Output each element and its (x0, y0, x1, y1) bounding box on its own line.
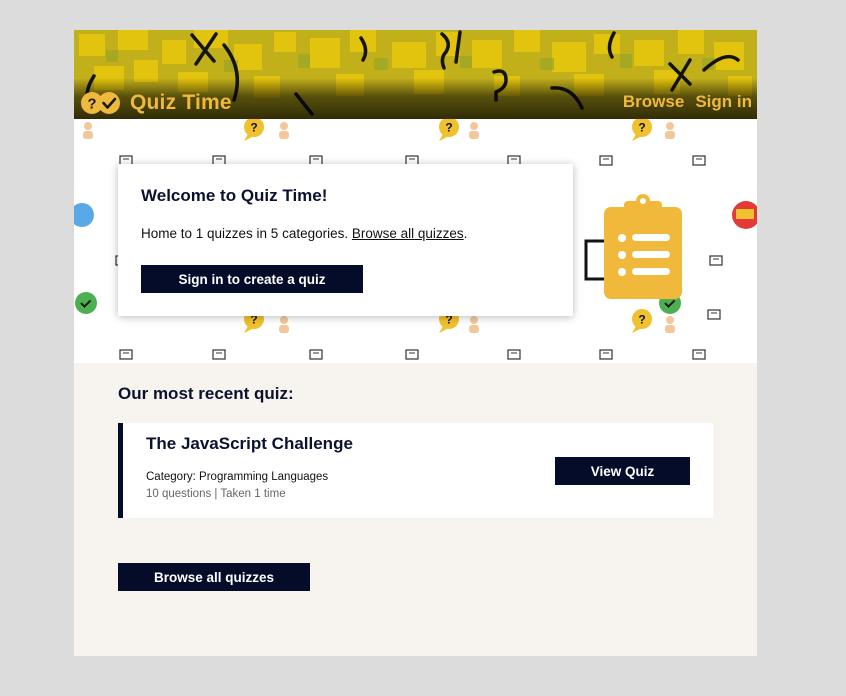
brand[interactable]: ? Quiz Time (80, 88, 232, 118)
app-name: Quiz Time (130, 91, 232, 114)
quiz-title: The JavaScript Challenge (146, 434, 353, 453)
view-quiz-button[interactable]: View Quiz (555, 457, 690, 485)
nav-signin-link[interactable]: Sign in (695, 92, 752, 112)
welcome-card: Welcome to Quiz Time! Home to 1 quizzes … (118, 164, 573, 316)
top-nav: Browse Sign in (623, 92, 752, 112)
welcome-summary: Home to 1 quizzes in 5 categories. Brows… (141, 226, 467, 241)
site-header: ? Quiz Time Browse Sign in (74, 30, 757, 119)
question-check-logo-icon: ? (81, 92, 120, 114)
svg-text:?: ? (87, 96, 96, 113)
summary-text: Home to 1 quizzes in 5 categories. (141, 226, 349, 241)
recent-quiz-heading: Our most recent quiz: (118, 384, 294, 403)
sign-in-to-create-quiz-button[interactable]: Sign in to create a quiz (141, 265, 363, 293)
recent-quiz-card: The JavaScript Challenge Category: Progr… (118, 423, 713, 518)
nav-browse-link[interactable]: Browse (623, 92, 684, 112)
clipboard-checklist-icon (604, 194, 682, 299)
quiz-category: Category: Programming Languages (146, 471, 329, 483)
page: ? Quiz Time Browse Sign in ? (74, 30, 757, 656)
browse-all-quizzes-link[interactable]: Browse all quizzes (352, 226, 464, 241)
summary-suffix: . (463, 226, 468, 241)
quiz-stats: 10 questions | Taken 1 time (146, 488, 286, 500)
hero-section: ? (74, 119, 757, 363)
browse-all-quizzes-button[interactable]: Browse all quizzes (118, 563, 310, 591)
welcome-title: Welcome to Quiz Time! (141, 186, 328, 205)
